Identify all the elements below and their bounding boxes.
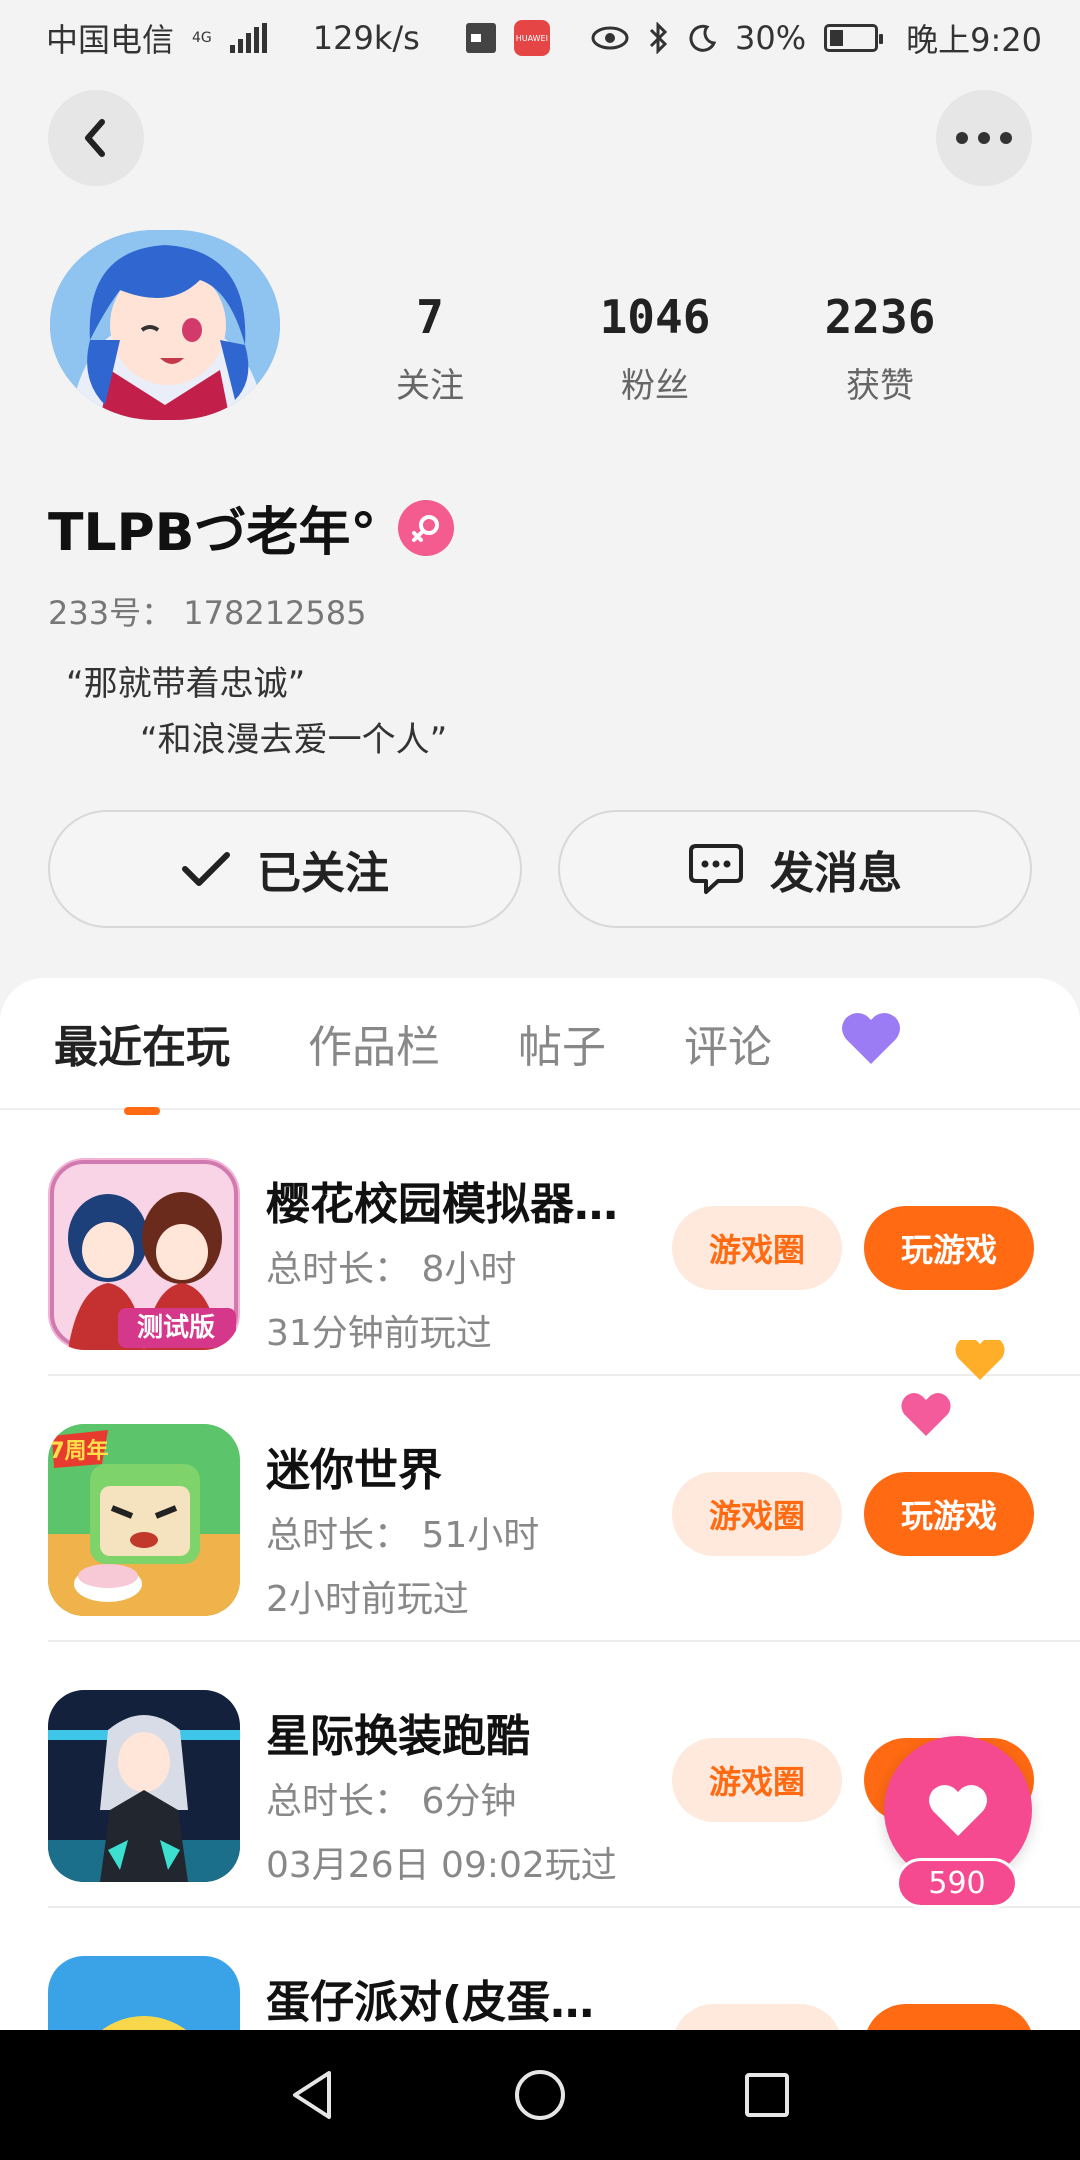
eye-icon xyxy=(591,26,629,50)
nav-recents-icon[interactable] xyxy=(739,2067,795,2123)
floating-hearts xyxy=(890,1337,1010,1460)
network-type: 4G xyxy=(192,30,212,46)
like-count-badge: 590 xyxy=(896,1858,1018,1908)
battery-icon xyxy=(824,24,884,52)
orange-heart-icon xyxy=(955,1337,1005,1380)
game-circle-button[interactable]: 游戏圈 xyxy=(672,1206,842,1290)
send-message-button[interactable]: 发消息 xyxy=(558,810,1032,928)
play-game-button[interactable]: 玩游戏 xyxy=(864,1472,1034,1556)
chevron-left-icon xyxy=(85,119,105,157)
game-name: 迷你世界 xyxy=(266,1445,442,1496)
female-icon xyxy=(398,499,455,556)
clock: 晚上9:20 xyxy=(906,21,1042,59)
game-total-time: 总时长： 51小时 xyxy=(266,1515,540,1556)
tab-posts[interactable]: 帖子 xyxy=(518,1011,606,1075)
tab-favorites[interactable] xyxy=(840,1010,902,1077)
list-item[interactable]: 测试版 樱花校园模拟器… 总时长： 8小时 31分钟前玩过 游戏圈 玩游戏 xyxy=(48,1110,1080,1376)
battery-percent: 30% xyxy=(735,19,807,57)
profile-tabs: 最近在玩 作品栏 帖子 评论 xyxy=(0,978,1080,1115)
username-row: TLPBづ老年° xyxy=(48,490,455,565)
stat-likes[interactable]: 2236 获赞 xyxy=(780,290,980,407)
carrier-label: 中国电信 xyxy=(46,21,175,59)
more-options-button[interactable] xyxy=(936,90,1032,186)
user-id: 233号： 178212585 xyxy=(48,594,367,632)
game-last-played: 03月26日 09:02玩过 xyxy=(266,1845,617,1886)
bio-line-2: “和浪漫去爱一个人” xyxy=(140,720,448,760)
pink-heart-icon xyxy=(901,1393,951,1436)
network-speed: 129k/s xyxy=(312,19,420,57)
nav-back-icon[interactable] xyxy=(285,2067,341,2123)
game-icon-sakura: 测试版 xyxy=(48,1158,240,1350)
nav-home-icon[interactable] xyxy=(512,2067,568,2123)
calendar-icon xyxy=(465,23,496,53)
game-total-time: 总时长： 6分钟 xyxy=(266,1781,517,1822)
game-icon-star-runner xyxy=(48,1690,240,1882)
chat-bubble-icon xyxy=(689,844,743,894)
signal-icon xyxy=(229,23,267,53)
game-name: 蛋仔派对(皮蛋… xyxy=(266,1977,595,2028)
back-button[interactable] xyxy=(48,90,144,186)
status-bar: 中国电信 4G 129k/s HUAWEI 30% 晚上9:20 xyxy=(0,0,1080,76)
game-last-played: 31分钟前玩过 xyxy=(266,1313,492,1354)
list-item[interactable]: 蛋仔派对(皮蛋… 游戏圈 玩游戏 xyxy=(48,1908,1080,2030)
huawei-app-icon: HUAWEI xyxy=(513,20,550,56)
tab-recently-played[interactable]: 最近在玩 xyxy=(54,1011,230,1115)
send-message-label: 发消息 xyxy=(770,848,902,899)
check-icon xyxy=(182,852,230,886)
more-dots-icon xyxy=(956,132,1012,144)
fans-label: 粉丝 xyxy=(621,366,689,406)
game-circle-button[interactable]: 游戏圈 xyxy=(672,1472,842,1556)
beta-badge-text: 测试版 xyxy=(137,1313,215,1343)
game-icon-mini-world: 7周年 xyxy=(48,1424,240,1616)
likes-count: 2236 xyxy=(824,290,936,344)
heart-icon xyxy=(842,1012,900,1064)
tab-comments[interactable]: 评论 xyxy=(684,1011,772,1075)
system-nav-bar xyxy=(0,2030,1080,2160)
avatar[interactable] xyxy=(50,230,280,420)
stat-following[interactable]: 7 关注 xyxy=(330,290,530,407)
play-game-button[interactable]: 玩游戏 xyxy=(864,1206,1034,1290)
fans-count: 1046 xyxy=(599,290,711,344)
game-icon-eggy-party xyxy=(48,1956,240,2030)
following-count: 7 xyxy=(416,290,444,344)
tab-works[interactable]: 作品栏 xyxy=(308,1011,440,1075)
followed-label: 已关注 xyxy=(257,848,389,899)
game-circle-button[interactable]: 游戏圈 xyxy=(672,1738,842,1822)
username: TLPBづ老年° xyxy=(48,503,377,563)
game-total-time: 总时长： 8小时 xyxy=(266,1249,517,1290)
likes-label: 获赞 xyxy=(846,366,914,406)
play-game-button[interactable]: 玩游戏 xyxy=(864,2004,1034,2030)
game-name: 樱花校园模拟器… xyxy=(266,1179,618,1230)
game-name: 星际换装跑酷 xyxy=(266,1711,530,1762)
bluetooth-icon xyxy=(649,22,668,54)
heart-icon xyxy=(929,1784,987,1836)
bio-line-1: “那就带着忠诚” xyxy=(66,664,306,704)
profile-stats: 7 关注 1046 粉丝 2236 获赞 xyxy=(330,290,980,407)
moon-icon xyxy=(689,24,717,52)
following-label: 关注 xyxy=(396,366,464,406)
followed-button[interactable]: 已关注 xyxy=(48,810,522,928)
game-last-played: 2小时前玩过 xyxy=(266,1579,469,1620)
stat-fans[interactable]: 1046 粉丝 xyxy=(555,290,755,407)
game-circle-button[interactable]: 游戏圈 xyxy=(672,2004,842,2030)
anniversary-badge-text: 7周年 xyxy=(49,1438,108,1464)
